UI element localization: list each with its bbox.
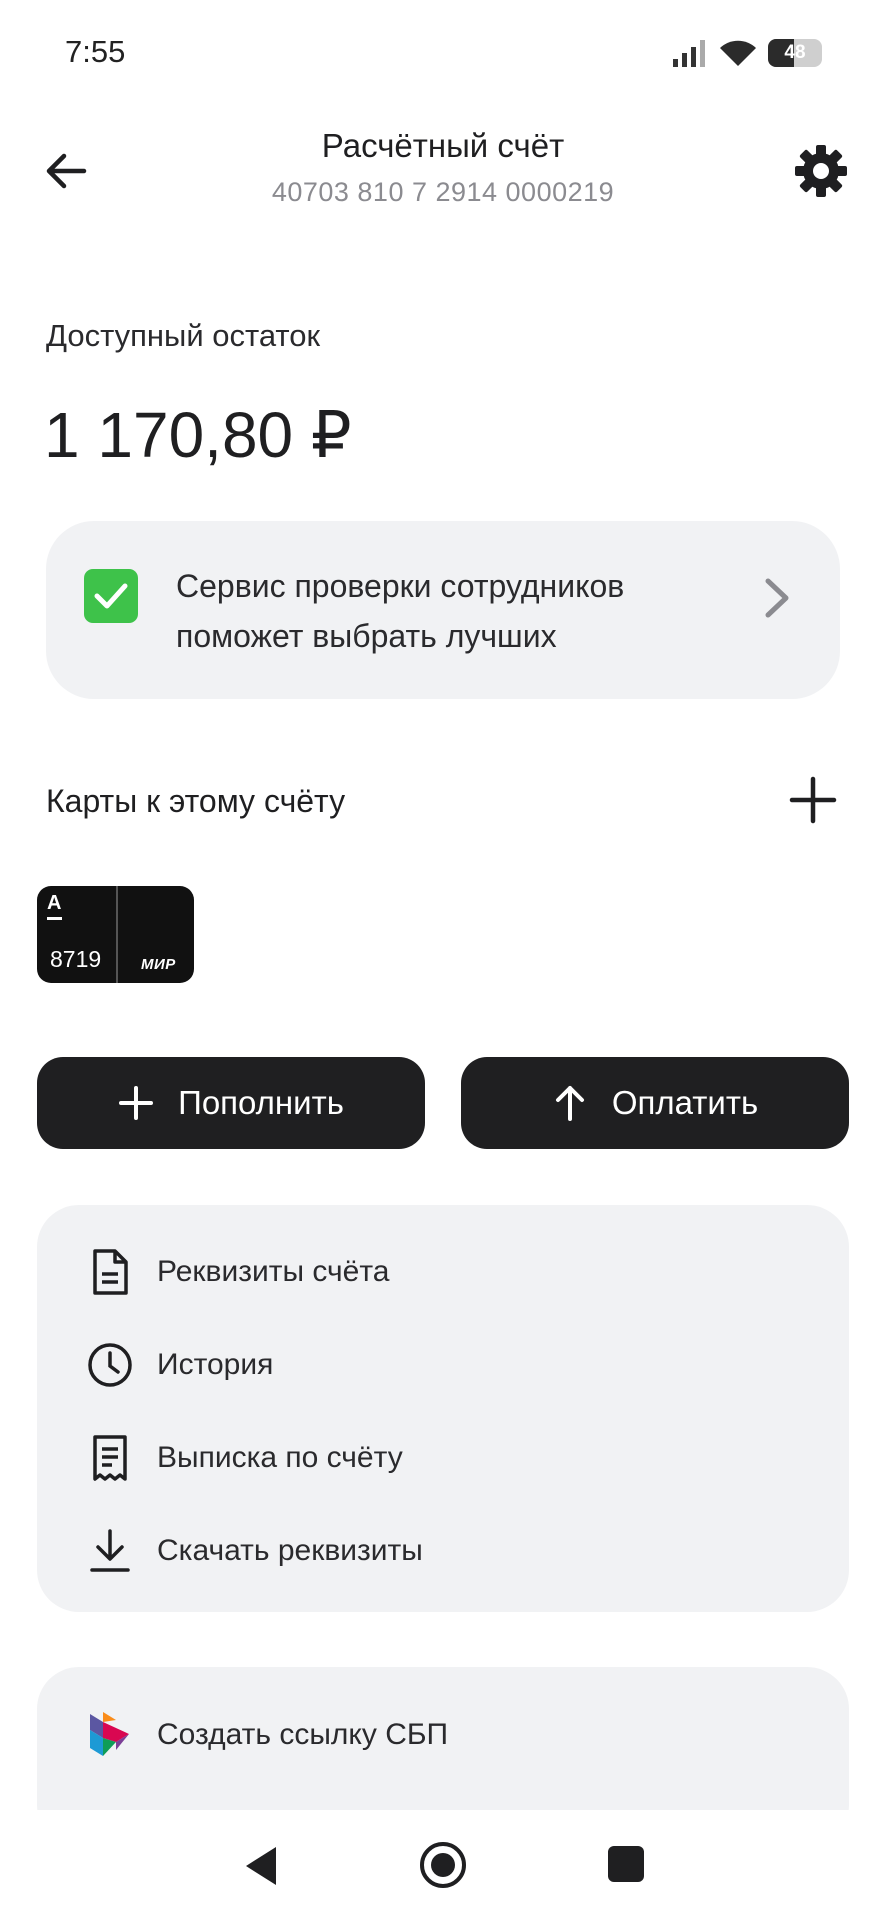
chevron-right-icon <box>765 578 789 618</box>
menu-item-history[interactable]: История <box>85 1335 273 1395</box>
sbp-logo-icon <box>85 1710 135 1760</box>
card-last-digits: 8719 <box>50 946 102 972</box>
checkmark-icon <box>84 569 138 623</box>
topup-label: Пополнить <box>178 1084 344 1121</box>
sbp-link-label: Создать ссылку СБП <box>157 1718 449 1751</box>
promo-text: Сервис проверки сотрудников поможет выбр… <box>176 568 625 654</box>
card-divider <box>116 886 118 983</box>
balance-label: Доступный остаток <box>46 318 321 353</box>
bank-logo: A <box>47 892 62 914</box>
wifi-icon <box>720 40 756 66</box>
arrow-up-icon <box>555 1086 584 1121</box>
download-icon <box>85 1526 135 1576</box>
status-icons: 48 <box>672 38 822 68</box>
bank-logo-underline <box>47 917 62 920</box>
account-number: 40703 810 7 2914 0000219 <box>271 177 615 207</box>
nav-back-icon[interactable] <box>240 1843 286 1889</box>
add-card-icon[interactable] <box>788 775 838 825</box>
menu-item-download[interactable]: Скачать реквизиты <box>85 1521 423 1581</box>
menu-item-label: История <box>157 1348 274 1381</box>
battery-icon: 48 <box>768 39 822 67</box>
document-icon <box>85 1247 135 1297</box>
gear-icon[interactable] <box>793 143 849 199</box>
pay-button[interactable]: Оплатить <box>461 1057 849 1149</box>
topup-button[interactable]: Пополнить <box>37 1057 425 1149</box>
menu-item-statement[interactable]: Выписка по счёту <box>85 1428 403 1488</box>
menu-item-sbp-link[interactable]: Создать ссылку СБП <box>85 1705 448 1765</box>
receipt-icon <box>85 1433 135 1483</box>
nav-home-icon[interactable] <box>418 1840 468 1890</box>
pay-label: Оплатить <box>611 1084 759 1121</box>
menu-item-label: Реквизиты счёта <box>157 1255 390 1288</box>
battery-level: 48 <box>784 42 806 63</box>
menu-item-label: Скачать реквизиты <box>157 1534 423 1567</box>
plus-icon <box>119 1086 154 1120</box>
balance-value: 1 170,80 ₽ <box>44 399 352 471</box>
nav-recent-apps-icon[interactable] <box>608 1846 644 1882</box>
cards-section-title: Карты к этому счёту <box>46 783 346 819</box>
account-menu: Реквизиты счёта История Выписка по счёту… <box>37 1205 849 1612</box>
menu-item-requisites[interactable]: Реквизиты счёта <box>85 1242 389 1302</box>
mir-logo: МИР <box>141 956 176 973</box>
page-title: Расчётный счёт <box>321 127 565 164</box>
signal-icon <box>673 40 705 67</box>
clock-icon <box>85 1340 135 1390</box>
menu-item-label: Выписка по счёту <box>157 1441 403 1474</box>
bank-card[interactable]: A 8719 МИР <box>37 886 194 983</box>
promo-banner[interactable]: Сервис проверки сотрудников поможет выбр… <box>46 521 840 699</box>
status-time: 7:55 <box>65 34 126 69</box>
